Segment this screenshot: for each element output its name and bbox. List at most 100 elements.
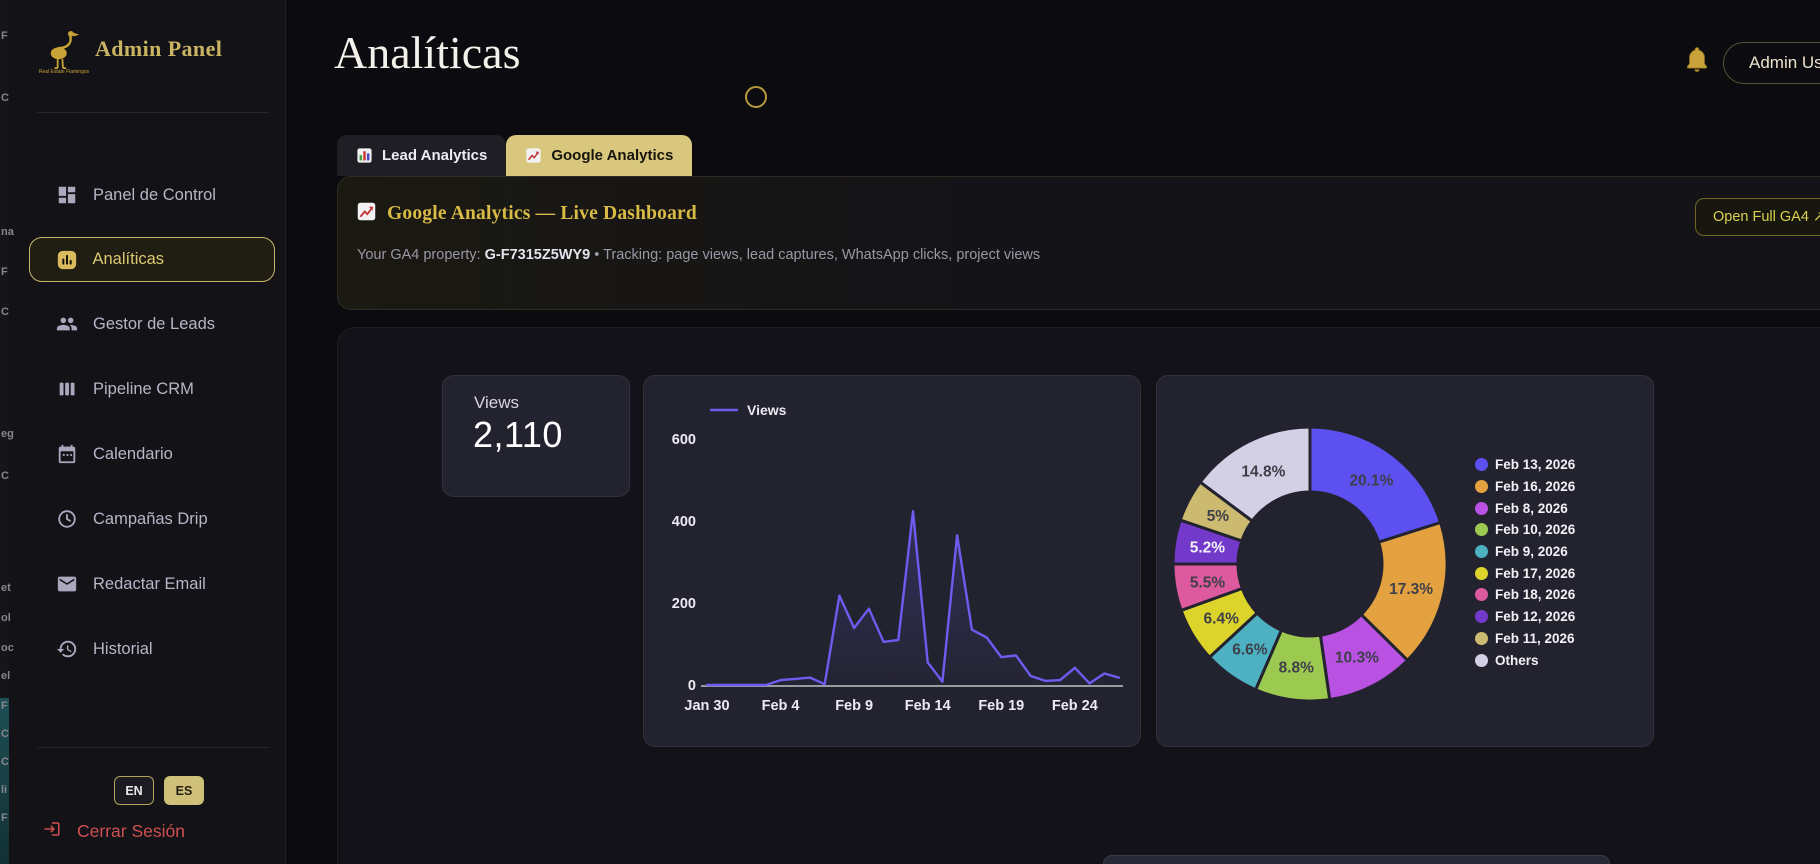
edge-text-fragment: C (1, 92, 9, 104)
svg-text:0: 0 (688, 678, 696, 694)
sidebar-item-gestor-de-leads[interactable]: Gestor de Leads (29, 301, 275, 347)
language-button-es[interactable]: ES (164, 776, 204, 805)
svg-text:6.6%: 6.6% (1232, 641, 1268, 658)
legend-color-dot (1475, 545, 1488, 559)
edge-text-fragment: C (1, 756, 9, 768)
pipeline-icon (56, 378, 78, 400)
legend-color-dot (1475, 566, 1488, 580)
edge-text-fragment: el (1, 670, 11, 682)
legend-item[interactable]: Feb 12, 2026 (1475, 606, 1575, 628)
chart-increasing-emoji-icon (356, 201, 377, 227)
edge-text-fragment: oc (1, 642, 14, 654)
views-by-day-donut-card: 20.1% 17.3% 10.3% 8.8% 6.6% 6.4% 5.5% 5.2% 5% 14.… (1156, 375, 1654, 747)
legend-color-dot (1475, 480, 1488, 494)
legend-color-dot (1475, 610, 1488, 624)
legend-color-dot (1475, 631, 1488, 645)
legend-color-dot (1475, 501, 1488, 515)
logout-button[interactable]: Cerrar Sesión (43, 820, 185, 843)
svg-text:14.8%: 14.8% (1241, 464, 1285, 481)
edge-text-fragment: ol (1, 612, 11, 624)
svg-text:Feb 19: Feb 19 (978, 698, 1024, 714)
svg-text:5.5%: 5.5% (1190, 574, 1226, 591)
sidebar-item-redactar-email[interactable]: Redactar Email (29, 561, 275, 607)
admin-user-button[interactable]: Admin User (1723, 42, 1820, 84)
svg-text:Jan 30: Jan 30 (684, 698, 729, 714)
banner-title: Google Analytics — Live Dashboard (387, 203, 697, 224)
edge-text-fragment: C (1, 306, 9, 318)
edge-text-fragment: na (1, 226, 14, 238)
email-icon (56, 573, 78, 595)
edge-text-fragment: li (1, 784, 8, 796)
language-button-en[interactable]: EN (114, 776, 154, 805)
svg-text:5.2%: 5.2% (1190, 540, 1226, 557)
edge-text-fragment: F (1, 266, 8, 278)
svg-text:Feb 24: Feb 24 (1052, 698, 1098, 714)
edge-text-fragment: F (1, 812, 8, 824)
svg-text:17.3%: 17.3% (1389, 581, 1433, 598)
legend-item[interactable]: Feb 13, 2026 (1475, 454, 1575, 476)
logout-label: Cerrar Sesión (77, 821, 185, 841)
loading-spinner (745, 86, 767, 108)
tab-label: Google Analytics (551, 147, 674, 164)
language-switcher: EN ES (114, 776, 204, 805)
ga4-property-id: G-F7315Z5WY9 (484, 247, 591, 263)
views-stat-card: Views 2,110 (442, 375, 630, 497)
legend-item[interactable]: Others (1475, 649, 1575, 671)
logo-caption: Real Estate Flamingos (38, 69, 90, 75)
svg-text:200: 200 (672, 596, 696, 612)
sidebar-divider-bottom (37, 747, 269, 748)
sidebar-item-historial[interactable]: Historial (29, 626, 275, 672)
bar-chart-emoji-icon (356, 147, 373, 164)
edge-text-fragment: C (1, 470, 9, 482)
charts-panel: Views 2,110 0 200 400 600 Jan 30 Feb 4 Feb 9 Fe… (337, 327, 1820, 864)
history-icon (56, 638, 78, 660)
views-stat-value: 2,110 (473, 414, 563, 455)
next-section-partial-card (1103, 855, 1610, 864)
leads-icon (56, 313, 78, 335)
edge-text-fragment: C (1, 728, 9, 740)
tab-lead-analytics[interactable]: Lead Analytics (337, 135, 507, 176)
legend-item[interactable]: Feb 11, 2026 (1475, 628, 1575, 650)
logout-icon (43, 820, 61, 843)
svg-text:Feb 14: Feb 14 (905, 698, 951, 714)
open-full-ga4-button[interactable]: Open Full GA4 ↗ (1695, 198, 1820, 236)
banner-subtitle: Your GA4 property: G-F7315Z5WY9 • Tracki… (357, 247, 1041, 263)
tab-label: Lead Analytics (382, 147, 488, 164)
analytics-icon (56, 249, 78, 271)
clock-icon (56, 508, 78, 530)
underlying-page-teal-block (0, 698, 9, 864)
legend-item[interactable]: Feb 9, 2026 (1475, 541, 1575, 563)
views-line-chart-card: 0 200 400 600 Jan 30 Feb 4 Feb 9 Feb 14 Feb 19 Fe… (643, 375, 1141, 747)
sidebar-menu: Panel de Control Analíticas Gestor de Lead… (9, 172, 285, 691)
svg-text:600: 600 (672, 432, 696, 448)
flamingo-logo-icon (45, 28, 83, 69)
dashboard-icon (56, 184, 78, 206)
sidebar-item-calendario[interactable]: Calendario (29, 431, 275, 477)
legend-item[interactable]: Feb 8, 2026 (1475, 497, 1575, 519)
sidebar-item-analiticas[interactable]: Analíticas (29, 237, 275, 282)
bell-icon[interactable] (1682, 45, 1712, 75)
page-title: Analíticas (334, 27, 521, 78)
legend-item[interactable]: Feb 10, 2026 (1475, 519, 1575, 541)
sidebar-item-campanas-drip[interactable]: Campañas Drip (29, 496, 275, 542)
legend-item[interactable]: Feb 16, 2026 (1475, 476, 1575, 498)
admin-panel-app: F Cna F Ceg Cet ol oc el F C Cli F Real Estate Flam… (0, 0, 1820, 864)
tab-google-analytics[interactable]: Google Analytics (506, 135, 693, 176)
sidebar: Real Estate Flamingos Admin Panel Panel … (9, 0, 286, 864)
legend-color-dot (1475, 653, 1488, 667)
legend-item[interactable]: Feb 18, 2026 (1475, 584, 1575, 606)
legend-item[interactable]: Feb 17, 2026 (1475, 562, 1575, 584)
sidebar-item-pipeline-crm[interactable]: Pipeline CRM (29, 366, 275, 412)
svg-text:10.3%: 10.3% (1335, 649, 1379, 666)
edge-text-fragment: eg (1, 428, 14, 440)
sidebar-item-panel-de-control[interactable]: Panel de Control (29, 172, 275, 218)
calendar-icon (56, 443, 78, 465)
sidebar-divider-top (37, 112, 269, 113)
legend-color-dot (1475, 458, 1488, 472)
views-stat-label: Views (474, 393, 520, 412)
legend-color-dot (1475, 588, 1488, 602)
svg-text:Feb 9: Feb 9 (835, 698, 873, 714)
svg-text:400: 400 (672, 514, 696, 530)
donut-legend: Feb 13, 2026 Feb 16, 2026 Feb 8, 2026 Feb 1… (1475, 454, 1575, 671)
legend-color-dot (1475, 523, 1488, 537)
